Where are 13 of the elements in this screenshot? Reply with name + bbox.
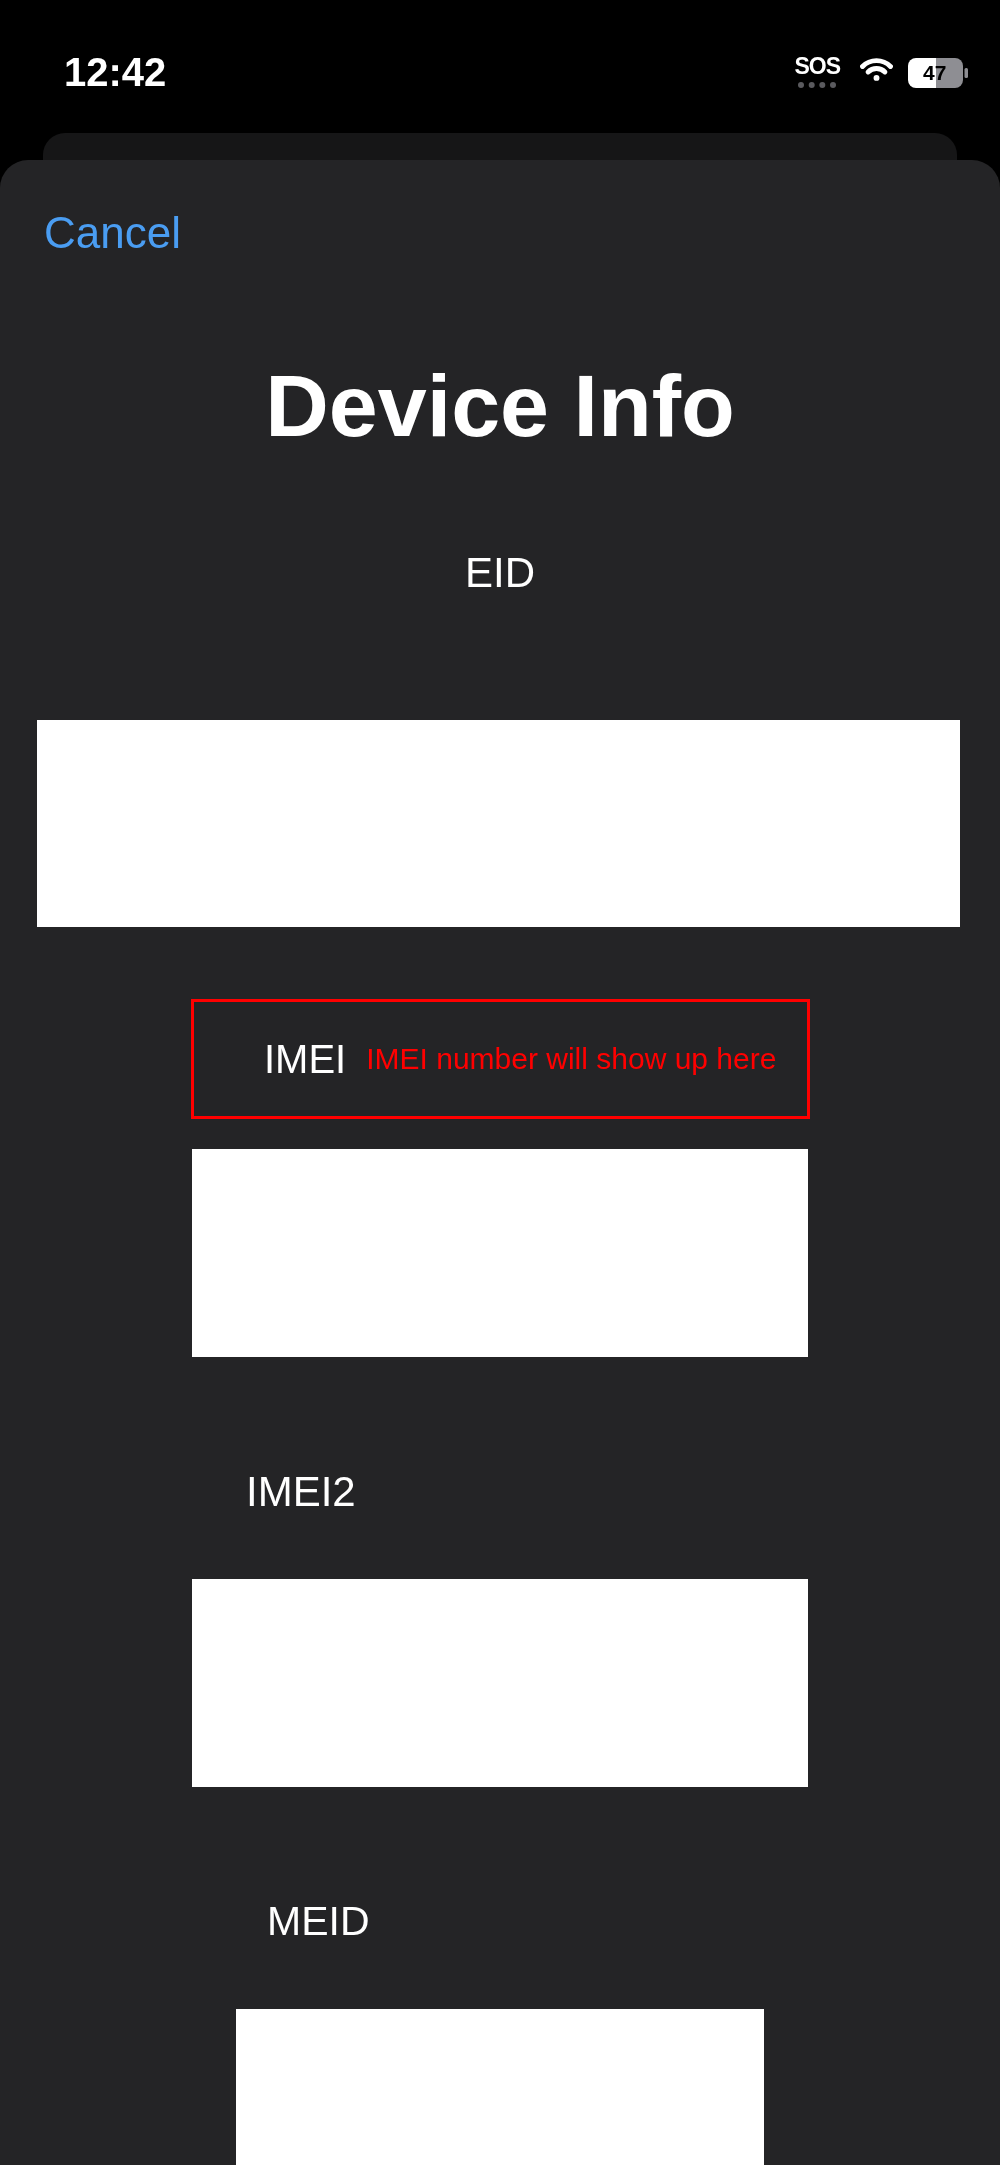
battery-icon xyxy=(908,58,968,88)
sheet-title: Device Info xyxy=(265,362,735,450)
status-time: 12:42 xyxy=(64,52,167,92)
field-label: IMEI xyxy=(264,1039,347,1079)
battery-percentage: 47 xyxy=(923,63,947,83)
annotation-text: IMEI number will show up here xyxy=(366,1044,777,1074)
wifi-icon xyxy=(860,58,893,81)
field-label: MEID xyxy=(267,1901,370,1942)
signal-dots-icon xyxy=(797,82,838,88)
cancel-button[interactable]: Cancel xyxy=(44,211,181,255)
field-label: EID xyxy=(465,552,535,594)
sos-label: SOS xyxy=(794,55,840,78)
field-label: IMEI2 xyxy=(246,1471,356,1513)
